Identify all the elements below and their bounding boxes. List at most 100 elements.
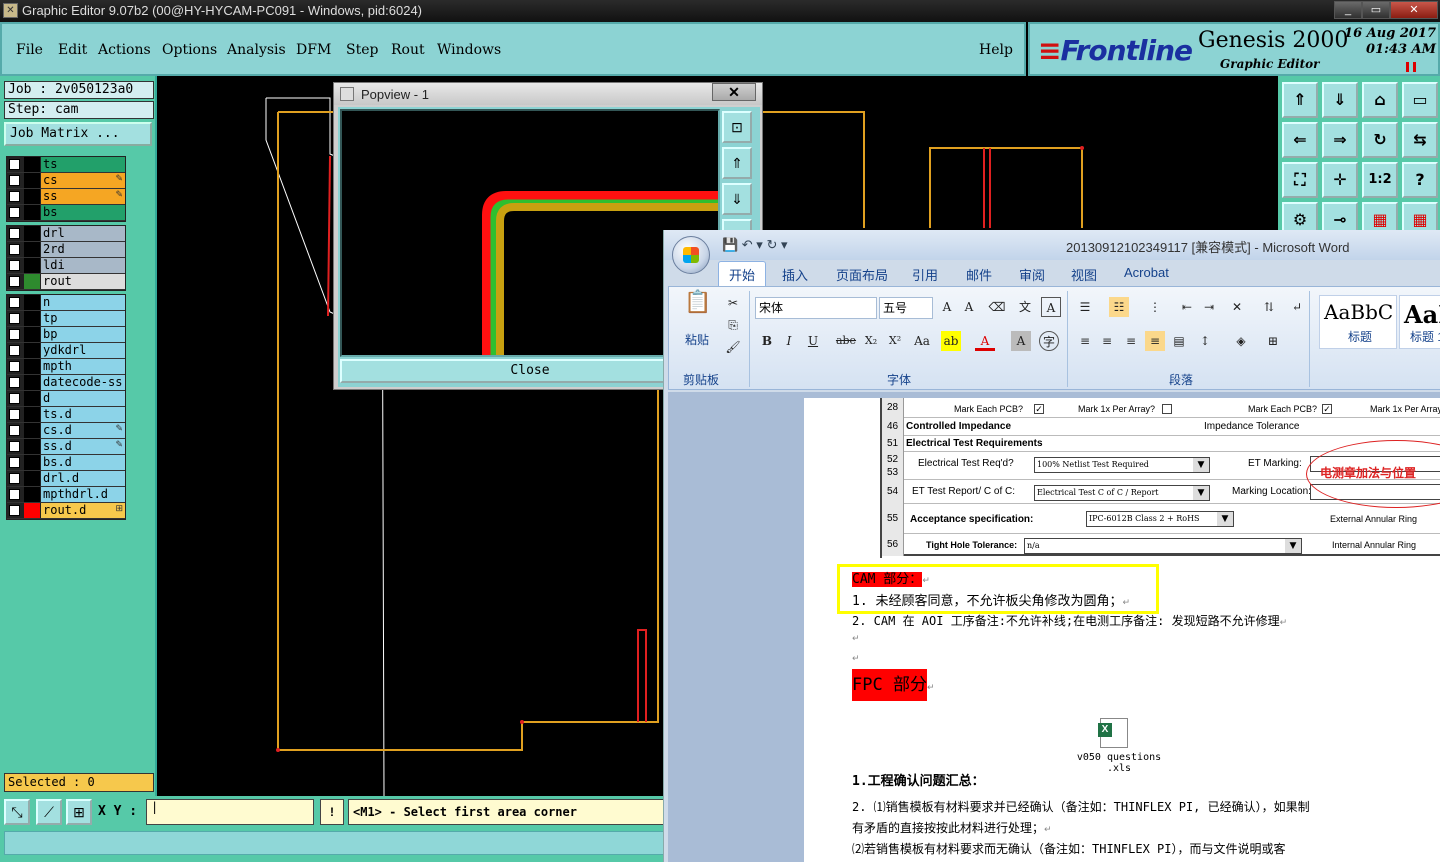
layer-name[interactable]: ss.d	[41, 439, 125, 454]
grid-b-icon[interactable]: ▦	[1402, 202, 1438, 232]
layer-name[interactable]: rout	[41, 274, 125, 289]
layer-name[interactable]: 2rd	[41, 242, 125, 257]
grid-a-icon[interactable]: ▦	[1362, 202, 1398, 232]
layer-color-swatch[interactable]	[24, 173, 40, 188]
layer-checkbox[interactable]	[9, 377, 20, 388]
char-border-icon[interactable]: A	[1041, 297, 1061, 317]
layer-row-datecode-ss[interactable]: datecode-ss	[7, 375, 125, 391]
increase-indent-icon[interactable]: ⇥	[1199, 297, 1219, 317]
shrink-font-icon[interactable]: A	[959, 297, 979, 317]
layer-row-drl[interactable]: drl	[7, 226, 125, 242]
layer-name[interactable]: ts.d	[41, 407, 125, 422]
layer-color-swatch[interactable]	[24, 157, 40, 172]
format-painter-icon[interactable]: 🖌	[723, 337, 743, 357]
grid-icon[interactable]: ⊞	[66, 799, 92, 825]
rotate-icon[interactable]: ↻	[1362, 122, 1398, 158]
layer-row-mpthdrl-d[interactable]: mpthdrl.d	[7, 487, 125, 503]
checkbox-checked[interactable]: ✓	[1034, 404, 1044, 414]
layer-color-swatch[interactable]	[24, 242, 40, 257]
layer-row-ss[interactable]: ss ✎	[7, 189, 125, 205]
minimize-button[interactable]: _	[1334, 1, 1362, 19]
office-button[interactable]	[672, 236, 710, 274]
snap-icon[interactable]: ⚙	[1282, 202, 1318, 232]
layer-checkbox[interactable]	[9, 207, 20, 218]
layer-row-drl-d[interactable]: drl.d	[7, 471, 125, 487]
menu-rout[interactable]: Rout	[391, 42, 425, 58]
enclose-char-icon[interactable]: 字	[1039, 331, 1059, 351]
justify-icon[interactable]: ≡	[1145, 331, 1165, 351]
layer-color-swatch[interactable]	[24, 295, 40, 310]
layer-color-swatch[interactable]	[24, 423, 40, 438]
chinese-layout-icon[interactable]: ✕	[1227, 297, 1247, 317]
layer-checkbox[interactable]	[9, 425, 20, 436]
quick-access-toolbar[interactable]: 💾 ↶ ▾ ↻ ▾	[722, 237, 787, 253]
checkbox-checked[interactable]: ✓	[1322, 404, 1332, 414]
layer-color-swatch[interactable]	[24, 503, 40, 518]
popview-up-icon[interactable]: ⇑	[722, 147, 752, 179]
center-icon[interactable]: ✛	[1322, 162, 1358, 198]
popview-close-icon[interactable]: ✕	[712, 83, 756, 101]
tab-home[interactable]: 开始	[718, 261, 767, 287]
change-case-button[interactable]: Aa	[909, 331, 935, 351]
left-icon[interactable]: ⇐	[1282, 122, 1318, 158]
attachment-label[interactable]: v050 questions .xls	[1074, 752, 1164, 774]
layer-name[interactable]: bs.d	[41, 455, 125, 470]
acceptance-select[interactable]: IPC-6012B Class 2 + RoHS	[1086, 511, 1234, 527]
warning-icon[interactable]: !	[320, 799, 344, 825]
italic-button[interactable]: I	[779, 331, 799, 351]
tab-references[interactable]: 引用	[912, 265, 938, 284]
menu-file[interactable]: File	[16, 42, 43, 58]
tab-view[interactable]: 视图	[1071, 265, 1097, 284]
layer-name[interactable]: mpthdrl.d	[41, 487, 125, 502]
layer-row-cs[interactable]: cs ✎	[7, 173, 125, 189]
style-heading[interactable]: AaBbC 标题	[1319, 295, 1397, 349]
layer-row-mpth[interactable]: mpth	[7, 359, 125, 375]
paste-icon[interactable]: 📋	[683, 292, 713, 327]
layer-checkbox[interactable]	[9, 505, 20, 516]
shading-icon[interactable]: ◈	[1231, 331, 1251, 351]
layer-name[interactable]: ss	[41, 189, 125, 204]
layer-color-swatch[interactable]	[24, 391, 40, 406]
layer-name[interactable]: mpth	[41, 359, 125, 374]
layer-color-swatch[interactable]	[24, 343, 40, 358]
popview-down-icon[interactable]: ⇓	[722, 183, 752, 215]
layer-name[interactable]: cs	[41, 173, 125, 188]
layer-row-bs[interactable]: bs	[7, 205, 125, 221]
tab-acrobat[interactable]: Acrobat	[1124, 265, 1169, 280]
layer-name[interactable]: ts	[41, 157, 125, 172]
layer-row-tp[interactable]: tp	[7, 311, 125, 327]
layer-row-ts-d[interactable]: ts.d	[7, 407, 125, 423]
home-icon[interactable]: ⌂	[1362, 82, 1398, 118]
align-left-icon[interactable]: ≡	[1075, 331, 1095, 351]
layer-color-swatch[interactable]	[24, 205, 40, 220]
layer-name[interactable]: drl.d	[41, 471, 125, 486]
layer-checkbox[interactable]	[9, 393, 20, 404]
superscript-button[interactable]: X²	[885, 331, 905, 351]
char-shading-icon[interactable]: A	[1011, 331, 1031, 351]
layer-row-ydkdrl[interactable]: ydkdrl	[7, 343, 125, 359]
snap-icon[interactable]: ⟋	[36, 799, 62, 825]
tab-layout[interactable]: 页面布局	[836, 265, 888, 284]
layer-name[interactable]: bp	[41, 327, 125, 342]
copy-icon[interactable]: ⎘	[723, 315, 743, 335]
layer-name[interactable]: d	[41, 391, 125, 406]
excel-attachment-icon[interactable]	[1098, 718, 1128, 748]
layer-row-d[interactable]: d	[7, 391, 125, 407]
layer-checkbox[interactable]	[9, 457, 20, 468]
popview-title-bar[interactable]: Popview - 1 ✕	[334, 83, 762, 105]
layer-color-swatch[interactable]	[24, 439, 40, 454]
zoom-area-icon[interactable]: ⤡	[4, 799, 30, 825]
menu-step[interactable]: Step	[346, 42, 378, 58]
layer-row-ldi[interactable]: ldi	[7, 258, 125, 274]
layer-name[interactable]: cs.d	[41, 423, 125, 438]
menu-help[interactable]: Help	[979, 42, 1013, 58]
measure-icon[interactable]: ⊸	[1322, 202, 1358, 232]
layer-color-swatch[interactable]	[24, 455, 40, 470]
window-icon[interactable]: ▭	[1402, 82, 1438, 118]
close-window-button[interactable]: ✕	[1390, 1, 1438, 19]
job-matrix-button[interactable]: Job Matrix ...	[4, 122, 152, 146]
distribute-icon[interactable]: ▤	[1169, 331, 1189, 351]
bullets-icon[interactable]: ☰	[1075, 297, 1095, 317]
layer-color-swatch[interactable]	[24, 359, 40, 374]
layer-checkbox[interactable]	[9, 345, 20, 356]
